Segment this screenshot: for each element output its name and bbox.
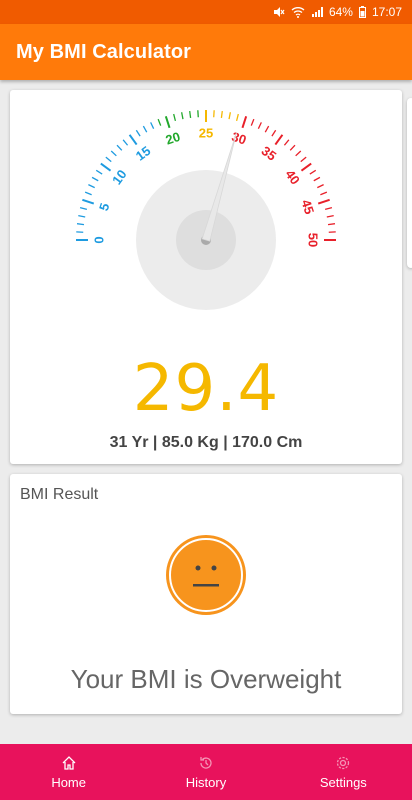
- gauge-minor-tick: [181, 112, 184, 120]
- gauge-minor-tick: [289, 144, 296, 151]
- battery-percent: 64%: [328, 5, 353, 19]
- gauge-label: 35: [259, 143, 280, 164]
- gauge-minor-tick: [91, 176, 99, 182]
- gauge-label: 50: [306, 233, 321, 247]
- home-icon: [62, 755, 76, 770]
- gauge-minor-tick: [79, 207, 88, 211]
- gauge-major-tick: [317, 198, 330, 205]
- gauge-minor-tick: [135, 129, 141, 137]
- gauge-minor-tick: [76, 223, 85, 226]
- signal-icon: [311, 6, 323, 18]
- gauge-label: 15: [133, 143, 154, 164]
- gauge-minor-tick: [283, 139, 290, 146]
- gauge-minor-tick: [110, 150, 117, 157]
- clock: 17:07: [371, 5, 402, 19]
- gauge-major-tick: [164, 116, 171, 129]
- gauge-major-tick: [128, 134, 138, 146]
- gauge-minor-tick: [271, 129, 277, 137]
- nav-settings[interactable]: Settings: [275, 744, 412, 800]
- bottom-nav: Home History Settings: [0, 744, 412, 800]
- gauge-major-tick: [300, 162, 312, 172]
- app-bar: My BMI Calculator: [0, 24, 412, 80]
- gauge-minor-tick: [228, 112, 231, 120]
- gauge-minor-tick: [173, 113, 177, 122]
- gauge-minor-tick: [313, 176, 321, 182]
- gauge-minor-tick: [326, 215, 334, 218]
- nav-history-label: History: [185, 774, 227, 790]
- result-card: BMI Result Your BMI is Overweight: [10, 474, 402, 714]
- gauge-label: 5: [96, 201, 113, 213]
- gauge-minor-tick: [157, 118, 162, 126]
- gauge-label: 10: [109, 167, 130, 188]
- gauge-minor-tick: [309, 169, 317, 175]
- settings-icon: [337, 756, 350, 769]
- gauge-label: 0: [91, 236, 106, 243]
- gauge-major-tick: [274, 134, 284, 146]
- nav-home-label: Home: [51, 774, 86, 790]
- bmi-value: 29.4: [132, 352, 280, 426]
- gauge-minor-tick: [295, 150, 302, 157]
- gauge-minor-tick: [235, 113, 239, 122]
- mute-icon: [273, 6, 285, 18]
- gauge-minor-tick: [150, 122, 155, 129]
- wifi-icon: [291, 6, 305, 18]
- gauge-minor-tick: [317, 184, 324, 189]
- gauge-minor-tick: [324, 207, 333, 211]
- gauge-minor-tick: [327, 223, 336, 226]
- gauge-label: 45: [298, 198, 317, 216]
- gauge-minor-tick: [320, 191, 328, 196]
- gauge-label: 40: [282, 167, 303, 188]
- battery-icon: [358, 6, 366, 18]
- side-panel-handle[interactable]: [407, 98, 412, 268]
- gauge-minor-tick: [264, 125, 270, 133]
- bmi-gauge: 05101520 25 3035404550: [76, 110, 336, 310]
- gauge-minor-tick: [300, 156, 307, 163]
- user-stats: 31 Yr | 85.0 Kg | 170.0 Cm: [109, 434, 303, 451]
- app-title: My BMI Calculator: [16, 40, 192, 63]
- gauge-minor-tick: [116, 144, 123, 151]
- nav-home[interactable]: Home: [0, 744, 137, 800]
- gauge-major-tick: [100, 162, 112, 172]
- gauge-minor-tick: [84, 191, 92, 196]
- gauge-minor-tick: [142, 125, 148, 133]
- gauge-minor-tick: [88, 184, 95, 189]
- gauge-minor-tick: [105, 156, 112, 163]
- gauge-minor-tick: [78, 215, 86, 218]
- history-icon: [200, 756, 212, 769]
- gauge-major-tick: [241, 116, 248, 129]
- status-bar: 64% 17:07: [0, 0, 412, 24]
- gauge-major-tick: [82, 198, 95, 205]
- gauge-card: 0 5 10 15 20 25 30 35 40 45 50 29.4 31 Yr | 85.0 K…: [10, 90, 402, 464]
- gauge-minor-tick: [257, 122, 262, 129]
- gauge-label: 25: [199, 125, 213, 140]
- gauge-minor-tick: [95, 169, 103, 175]
- gauge-minor-tick: [220, 110, 223, 119]
- nav-settings-label: Settings: [319, 774, 367, 790]
- neutral-face-icon: [166, 535, 246, 615]
- gauge-minor-tick: [122, 139, 129, 146]
- gauge-minor-tick: [250, 118, 255, 126]
- gauge-minor-tick: [189, 110, 192, 119]
- result-title: BMI Result: [20, 486, 99, 503]
- nav-history[interactable]: History: [137, 744, 274, 800]
- gauge-label: 20: [164, 129, 182, 148]
- result-message: Your BMI is Overweight: [70, 664, 342, 694]
